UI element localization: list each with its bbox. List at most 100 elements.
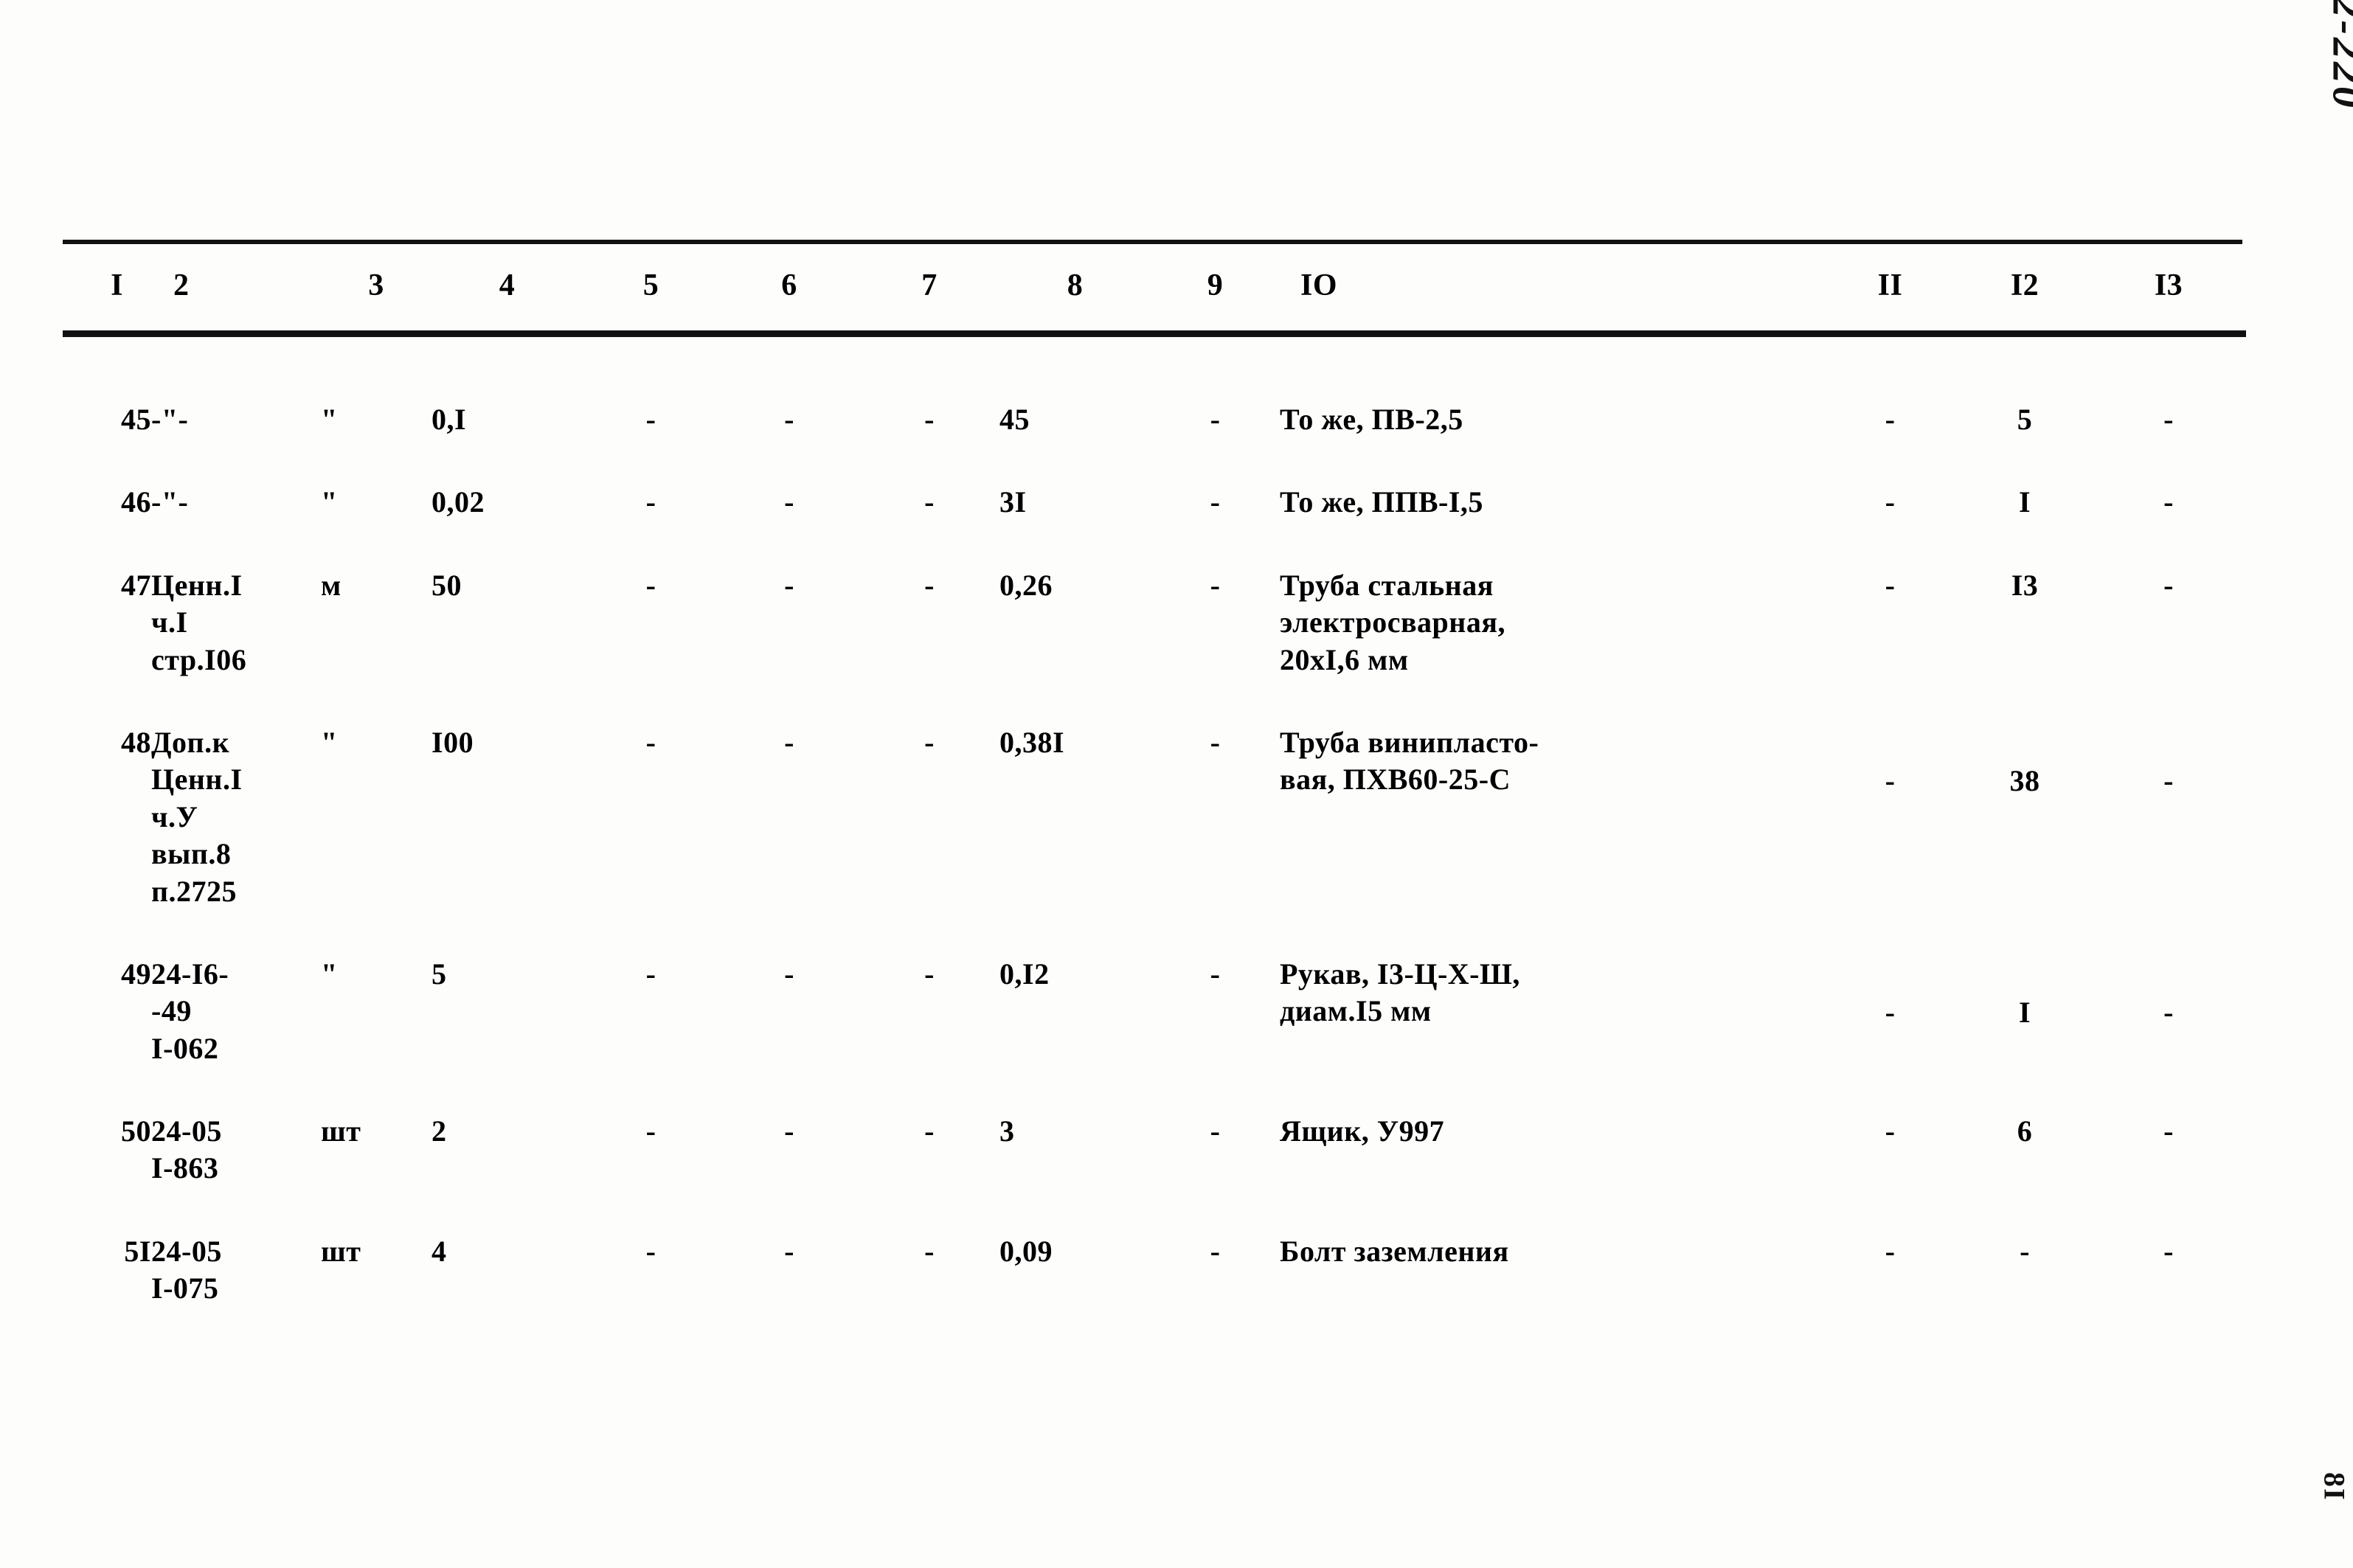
cell-unit: шт (321, 1234, 361, 1268)
cell-col6: - (784, 725, 794, 759)
cell-unit: " (321, 725, 338, 759)
table-row: 48 Доп.к Ценн.I ч.У вып.8 п.2725 " I00 -… (63, 724, 2246, 910)
cell-col8: 3I (999, 485, 1027, 519)
col-header-3: 3 (368, 268, 384, 302)
cell-col9: - (1210, 1234, 1221, 1268)
page-folio-number: 8I (2318, 1472, 2352, 1502)
cell-col13: - (2163, 568, 2174, 602)
cell-position-number: 45 (121, 403, 151, 436)
cell-col12: 5 (2017, 403, 2033, 436)
cell-col13: - (2163, 403, 2174, 436)
cell-col13: - (2163, 1234, 2174, 1268)
cell-description: Труба стальная электросварная, 20хI,6 мм (1280, 568, 1505, 676)
cell-reference: 24-I6- -49 I-062 (151, 957, 229, 1065)
cell-col6: - (784, 1114, 794, 1148)
cell-col12: - (2020, 1234, 2030, 1268)
cell-col9: - (1210, 1114, 1221, 1148)
column-number-header-row: I 2 3 4 5 6 7 8 9 IO II I2 I3 (63, 240, 2246, 330)
cell-col5: - (645, 1234, 656, 1268)
cell-col13: - (2163, 1114, 2174, 1148)
cell-reference: 24-05 I-075 (151, 1234, 222, 1305)
cell-col8: 0,38I (999, 725, 1065, 759)
cell-col6: - (784, 568, 794, 602)
table-row: 5I 24-05 I-075 шт 4 - - - 0,09 - Болт за… (63, 1233, 2246, 1308)
col-header-4: 4 (499, 268, 516, 302)
cell-col11: - (1885, 763, 1896, 797)
cell-position-number: 49 (121, 957, 151, 991)
col-header-1: I (111, 268, 123, 302)
cell-col7: - (924, 957, 935, 991)
header-body-spacer (63, 330, 2246, 401)
document-page: I 2 3 4 5 6 7 8 9 IO II I2 I3 45 -"- " 0… (0, 0, 2353, 1568)
cell-col7: - (924, 1234, 935, 1268)
cell-description: Болт заземления (1280, 1234, 1509, 1268)
cell-position-number: 48 (121, 725, 151, 759)
cell-col5: - (645, 1114, 656, 1148)
cell-col5: - (645, 725, 656, 759)
cell-reference: 24-05 I-863 (151, 1114, 222, 1185)
col-header-10: IO (1300, 268, 1338, 302)
row-spacer (63, 1067, 2246, 1113)
cell-col11: - (1885, 485, 1896, 519)
row-spacer (63, 910, 2246, 956)
cell-col7: - (924, 1114, 935, 1148)
cell-quantity: 2 (432, 1114, 447, 1148)
cell-col7: - (924, 568, 935, 602)
cell-quantity: 4 (432, 1234, 447, 1268)
table-row: 46 -"- " 0,02 - - - 3I - То же, ППВ-I,5 … (63, 484, 2246, 521)
cell-col9: - (1210, 568, 1221, 602)
cell-unit: шт (321, 1114, 361, 1148)
cell-position-number: 46 (121, 485, 151, 519)
cell-col7: - (924, 403, 935, 436)
cell-col6: - (784, 403, 794, 436)
cell-col13: - (2163, 485, 2174, 519)
cell-col11: - (1885, 995, 1896, 1029)
cell-reference: -"- (151, 403, 189, 436)
cell-col5: - (645, 485, 656, 519)
table-row: 45 -"- " 0,I - - - 45 - То же, ПВ-2,5 - … (63, 401, 2246, 438)
cell-col8: 45 (999, 403, 1030, 436)
cell-reference: -"- (151, 485, 189, 519)
table-row: 49 24-I6- -49 I-062 " 5 - - - 0,I2 - Рук… (63, 956, 2246, 1067)
cell-position-number: 50 (121, 1114, 151, 1148)
col-header-6: 6 (781, 268, 797, 302)
cell-reference: Ценн.I ч.I стр.I06 (151, 568, 247, 676)
cell-col11: - (1885, 1114, 1896, 1148)
cell-col8: 0,26 (999, 568, 1053, 602)
col-header-13: I3 (2154, 268, 2183, 302)
cell-col5: - (645, 403, 656, 436)
cell-col5: - (645, 957, 656, 991)
cell-description: Труба винипласто- вая, ПХВ60-25-С (1280, 725, 1539, 797)
cell-quantity: 0,I (432, 403, 467, 436)
cell-quantity: I00 (432, 725, 474, 759)
cell-col6: - (784, 1234, 794, 1268)
cell-col12: I (2018, 995, 2031, 1029)
cell-col11: - (1885, 1234, 1896, 1268)
specification-table: I 2 3 4 5 6 7 8 9 IO II I2 I3 45 -"- " 0… (63, 0, 2246, 1308)
cell-col8: 0,I2 (999, 957, 1050, 991)
col-header-5: 5 (642, 268, 659, 302)
col-header-2: 2 (173, 268, 190, 302)
cell-col12: 6 (2017, 1114, 2033, 1148)
cell-col9: - (1210, 403, 1221, 436)
cell-col9: - (1210, 485, 1221, 519)
cell-description: То же, ППВ-I,5 (1280, 485, 1483, 519)
row-spacer (63, 679, 2246, 724)
cell-unit: " (321, 957, 338, 991)
cell-col11: - (1885, 403, 1896, 436)
cell-col12: 38 (2009, 763, 2040, 797)
cell-quantity: 50 (432, 568, 462, 602)
cell-col5: - (645, 568, 656, 602)
cell-col12: I3 (2011, 568, 2039, 602)
row-spacer (63, 521, 2246, 567)
cell-col7: - (924, 725, 935, 759)
cell-col7: - (924, 485, 935, 519)
cell-col13: - (2163, 995, 2174, 1029)
margin-document-code: 264-12-220 (2323, 0, 2353, 111)
cell-col8: 3 (999, 1114, 1015, 1148)
cell-col9: - (1210, 957, 1221, 991)
row-spacer (63, 1187, 2246, 1233)
cell-col6: - (784, 957, 794, 991)
cell-col9: - (1210, 725, 1221, 759)
cell-unit: " (321, 403, 338, 436)
